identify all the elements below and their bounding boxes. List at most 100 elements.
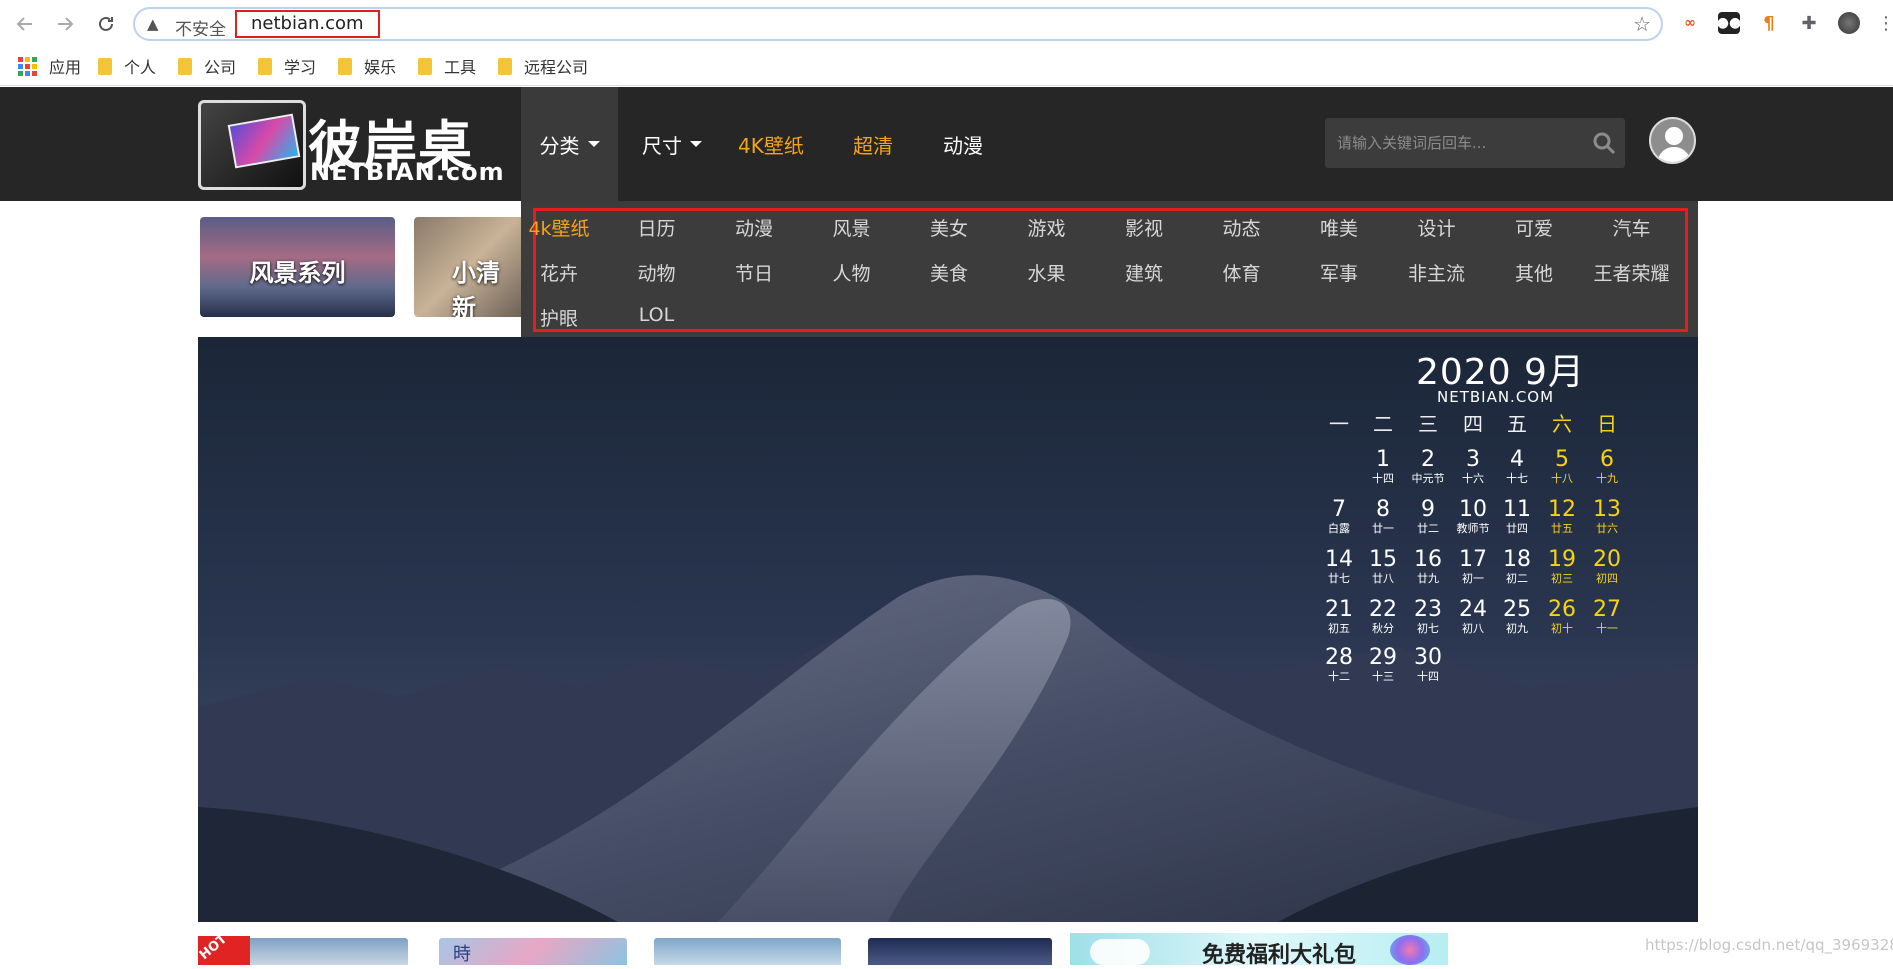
category-item[interactable]: 动态 — [1194, 214, 1290, 241]
calendar-day: 29 十三 — [1361, 646, 1405, 684]
user-icon — [1657, 127, 1691, 162]
category-item[interactable]: 游戏 — [999, 214, 1095, 241]
folder-icon — [418, 57, 432, 75]
extension-paragraph-icon[interactable]: ¶ — [1758, 12, 1780, 34]
category-item[interactable]: 汽车 — [1584, 214, 1680, 241]
category-item[interactable]: 非主流 — [1389, 259, 1485, 286]
bookmark-label: 远程公司 — [524, 58, 589, 77]
menu-kebab-icon[interactable]: ⋮ — [1875, 12, 1893, 34]
calendar-day: 25 初九 — [1495, 598, 1539, 636]
category-item[interactable]: 护眼 — [511, 304, 607, 331]
bookmark-folder[interactable]: 学习 — [258, 55, 316, 77]
nav-4k-wallpaper[interactable]: 4K壁纸 — [738, 87, 804, 201]
thumbnail-card[interactable]: 時 — [439, 938, 627, 965]
back-icon[interactable] — [13, 12, 37, 36]
warning-icon[interactable]: ▲ — [147, 15, 159, 33]
url-text[interactable]: netbian.com — [235, 10, 380, 38]
calendar-day: 4 十七 — [1495, 448, 1539, 486]
calendar-day: 3 十六 — [1451, 448, 1495, 486]
nav-size-label: 尺寸 — [642, 133, 682, 158]
bookmark-folder[interactable]: 远程公司 — [498, 55, 588, 77]
calendar-day-number: 4 — [1510, 447, 1524, 472]
bookmark-folder[interactable]: 公司 — [178, 55, 236, 77]
category-item[interactable]: 动物 — [609, 259, 705, 286]
calendar-day-number: 22 — [1369, 597, 1397, 622]
calendar-day-number: 12 — [1548, 497, 1576, 522]
calendar-day: 19 初三 — [1540, 548, 1584, 586]
calendar-day-number: 18 — [1503, 547, 1531, 572]
search-box — [1325, 118, 1625, 168]
category-item[interactable]: 唯美 — [1291, 214, 1387, 241]
category-item[interactable]: 设计 — [1389, 214, 1485, 241]
calendar-day: 13 廿六 — [1585, 498, 1629, 536]
bookmark-folder[interactable]: 娱乐 — [338, 55, 396, 77]
calendar-day-lunar: 初三 — [1551, 572, 1573, 585]
extensions-puzzle-icon[interactable]: ✚ — [1798, 12, 1820, 34]
nav-category-label: 分类 — [539, 133, 580, 158]
category-item[interactable]: 美食 — [901, 259, 997, 286]
user-avatar[interactable] — [1649, 117, 1696, 164]
folder-icon — [178, 57, 192, 75]
calendar-day: 14 廿七 — [1317, 548, 1361, 586]
calendar-day-number: 15 — [1369, 547, 1397, 572]
category-item[interactable]: 军事 — [1291, 259, 1387, 286]
category-item[interactable]: 水果 — [999, 259, 1095, 286]
series-tile-label: 小清新 — [452, 259, 500, 317]
gift-promo-banner[interactable]: 免费福利大礼包 — [1070, 933, 1448, 965]
category-item[interactable]: 人物 — [804, 259, 900, 286]
category-item[interactable]: 可爱 — [1486, 214, 1582, 241]
calendar-weekday: 四 — [1463, 412, 1483, 436]
bookmark-folder[interactable]: 工具 — [418, 55, 476, 77]
thumbnail-card[interactable] — [868, 938, 1052, 965]
folder-icon — [258, 57, 272, 75]
category-item[interactable]: 节日 — [706, 259, 802, 286]
calendar-day-lunar: 初二 — [1506, 572, 1528, 585]
logo-text-en: NETBIAN.com — [310, 158, 505, 186]
series-tile-label: 风景系列 — [249, 259, 346, 287]
nav-category[interactable]: 分类 — [521, 87, 618, 201]
category-item[interactable]: 建筑 — [1096, 259, 1192, 286]
address-bar[interactable]: ▲ 不安全 netbian.com ☆ — [133, 7, 1663, 41]
calendar-day: 9 廿二 — [1406, 498, 1450, 536]
calendar-day: 17 初一 — [1451, 548, 1495, 586]
category-item[interactable]: 其他 — [1486, 259, 1582, 286]
reload-icon[interactable] — [94, 12, 118, 36]
calendar-day: 16 廿九 — [1406, 548, 1450, 586]
nav-hd[interactable]: 超清 — [853, 87, 893, 201]
category-item[interactable]: 动漫 — [706, 214, 802, 241]
calendar-weekday: 六 — [1552, 412, 1572, 436]
profile-avatar-icon[interactable] — [1838, 12, 1860, 34]
nav-anime[interactable]: 动漫 — [943, 87, 983, 201]
thumbnail-card[interactable] — [230, 938, 408, 965]
extension-tampermonkey-icon[interactable]: ●● — [1717, 12, 1741, 34]
bookmark-folder[interactable]: 个人 — [98, 55, 156, 77]
calendar-day-lunar: 廿五 — [1551, 522, 1573, 535]
series-tile-scenery[interactable]: 风景系列 — [200, 217, 395, 317]
calendar-day-lunar: 白露 — [1328, 522, 1350, 535]
category-item[interactable]: 日历 — [609, 214, 705, 241]
calendar-day-number: 5 — [1555, 447, 1569, 472]
forward-icon[interactable] — [53, 12, 77, 36]
apps-grid-icon — [18, 56, 37, 76]
category-item[interactable]: 风景 — [804, 214, 900, 241]
search-input[interactable] — [1325, 118, 1575, 168]
calendar-day-lunar: 廿四 — [1506, 522, 1528, 535]
category-item[interactable]: 美女 — [901, 214, 997, 241]
calendar-day-lunar: 初四 — [1596, 572, 1618, 585]
category-item[interactable]: 体育 — [1194, 259, 1290, 286]
category-item[interactable]: 花卉 — [511, 259, 607, 286]
thumbnail-card[interactable] — [654, 938, 841, 965]
security-label[interactable]: 不安全 — [175, 15, 226, 40]
category-item[interactable]: 4k壁纸 — [511, 214, 607, 241]
category-item[interactable]: 影视 — [1096, 214, 1192, 241]
series-tile-fresh[interactable]: 小清新 — [414, 217, 521, 317]
category-item[interactable]: 王者荣耀 — [1584, 259, 1680, 286]
star-icon[interactable]: ☆ — [1633, 12, 1651, 36]
calendar-day-lunar: 十八 — [1551, 472, 1573, 485]
search-icon[interactable] — [1591, 130, 1617, 156]
extension-infinity-icon[interactable]: ∞ — [1679, 12, 1701, 34]
category-item[interactable]: LOL — [609, 304, 705, 326]
site-logo[interactable]: 彼岸桌面 NETBIAN.com — [198, 100, 506, 257]
bookmark-apps[interactable]: 应用 — [18, 55, 81, 77]
nav-size[interactable]: 尺寸 — [642, 87, 702, 201]
